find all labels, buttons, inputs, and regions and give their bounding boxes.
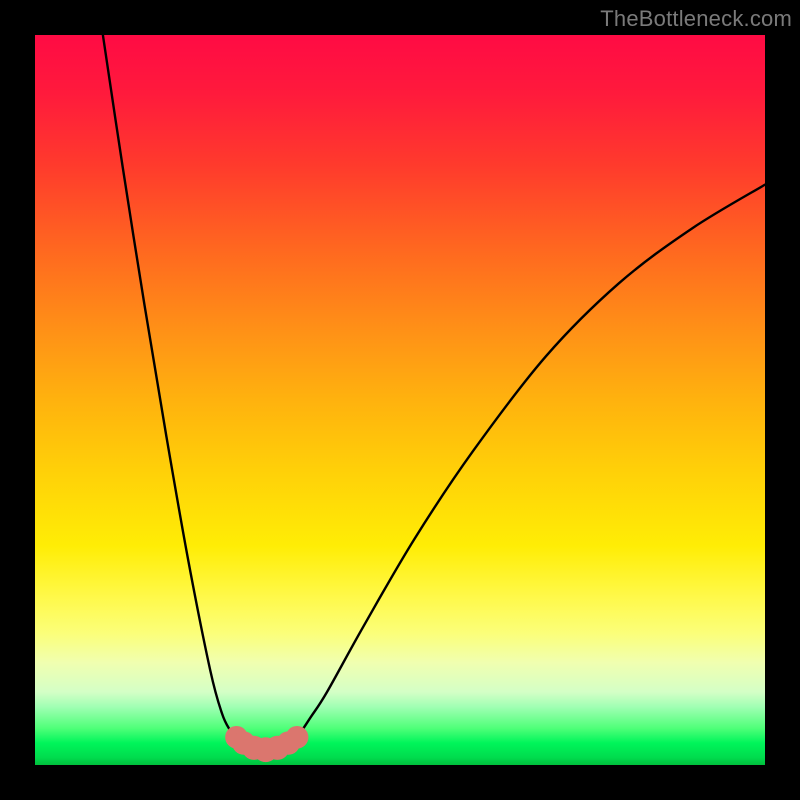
curve-minimum-beads [225,726,308,762]
plot-area [35,35,765,765]
bottleneck-curve [103,35,765,750]
watermark-text: TheBottleneck.com [600,6,792,32]
chart-frame: TheBottleneck.com [0,0,800,800]
bottleneck-curve-svg [35,35,765,765]
bead [286,726,309,749]
